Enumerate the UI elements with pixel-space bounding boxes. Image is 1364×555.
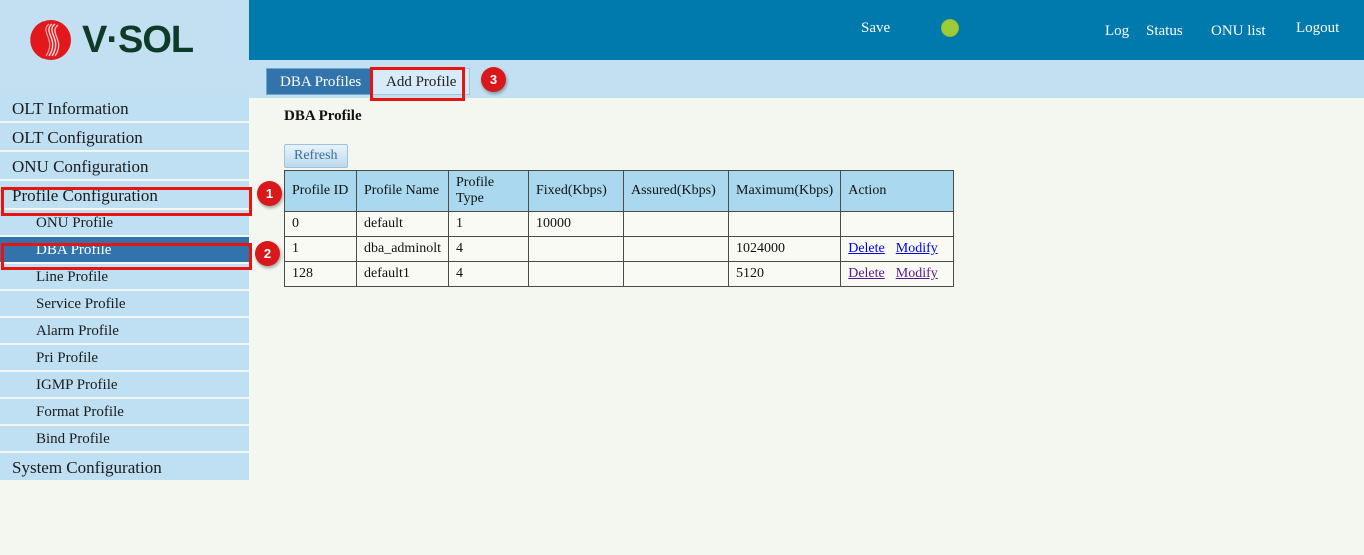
onu-list-link[interactable]: ONU list bbox=[1211, 23, 1266, 40]
sidebar-item-igmp-profile[interactable]: IGMP Profile bbox=[0, 372, 249, 399]
cell-profile-id: 128 bbox=[285, 262, 357, 287]
main-content: DBA Profile Refresh ForoISP Profile ID P… bbox=[249, 98, 1364, 555]
cell-assured bbox=[624, 212, 729, 237]
column-profile-type: Profile Type bbox=[449, 171, 529, 212]
cell-fixed bbox=[529, 237, 624, 262]
column-assured-kbps: Assured(Kbps) bbox=[624, 171, 729, 212]
tab-bar: DBA Profiles Add Profile bbox=[249, 60, 1364, 98]
cell-profile-id: 1 bbox=[285, 237, 357, 262]
sidebar-item-onu-profile[interactable]: ONU Profile bbox=[0, 210, 249, 237]
table-row: 128default14 5120 Delete Modify bbox=[285, 262, 954, 287]
table-row: 1dba_adminolt4 1024000 Delete Modify bbox=[285, 237, 954, 262]
sidebar-item-bind-profile[interactable]: Bind Profile bbox=[0, 426, 249, 453]
tab-dba-profiles[interactable]: DBA Profiles bbox=[266, 68, 375, 95]
olt-web-management-page: V·SOL Save Log Status ONU list Logout DB… bbox=[0, 0, 1364, 555]
refresh-button[interactable]: Refresh bbox=[284, 144, 348, 168]
top-navigation-bar: Save Log Status ONU list Logout bbox=[249, 0, 1364, 60]
cell-fixed bbox=[529, 262, 624, 287]
vsol-flame-logo-icon bbox=[22, 14, 74, 66]
save-button[interactable]: Save bbox=[861, 20, 890, 37]
status-link[interactable]: Status bbox=[1146, 23, 1183, 40]
sidebar-item-label: System Configuration bbox=[12, 458, 162, 477]
cell-profile-type: 4 bbox=[449, 262, 529, 287]
modify-link[interactable]: Modify bbox=[896, 266, 938, 281]
cell-profile-type: 1 bbox=[449, 212, 529, 237]
cell-assured bbox=[624, 237, 729, 262]
sidebar-item-service-profile[interactable]: Service Profile bbox=[0, 291, 249, 318]
annotation-badge-2: 2 bbox=[255, 241, 280, 266]
cell-profile-name: default1 bbox=[357, 262, 449, 287]
brand-name: V·SOL bbox=[82, 19, 193, 62]
sidebar-item-label: Format Profile bbox=[36, 404, 124, 420]
sidebar-item-label: Bind Profile bbox=[36, 431, 110, 447]
dba-profile-table: Profile ID Profile Name Profile Type Fix… bbox=[284, 170, 954, 287]
annotation-badge-1: 1 bbox=[257, 181, 282, 206]
log-link[interactable]: Log bbox=[1105, 23, 1129, 40]
sidebar-item-label: Pri Profile bbox=[36, 350, 98, 366]
cell-profile-type: 4 bbox=[449, 237, 529, 262]
delete-link[interactable]: Delete bbox=[848, 241, 885, 256]
sidebar-item-onu-configuration[interactable]: ONU Configuration bbox=[0, 152, 249, 181]
cell-fixed: 10000 bbox=[529, 212, 624, 237]
cell-maximum: 1024000 bbox=[729, 237, 841, 262]
cell-maximum: 5120 bbox=[729, 262, 841, 287]
table-body: 0default110000 1dba_adminolt4 1024000Del… bbox=[285, 212, 954, 287]
sidebar-item-label: IGMP Profile bbox=[36, 377, 118, 393]
sidebar-item-dba-profile[interactable]: DBA Profile bbox=[0, 237, 249, 264]
delete-link[interactable]: Delete bbox=[848, 266, 885, 281]
sidebar-item-label: OLT Configuration bbox=[12, 128, 143, 147]
table-header-row: Profile ID Profile Name Profile Type Fix… bbox=[285, 171, 954, 212]
sidebar-item-alarm-profile[interactable]: Alarm Profile bbox=[0, 318, 249, 345]
logout-button[interactable]: Logout bbox=[1296, 20, 1339, 37]
cell-profile-name: dba_adminolt bbox=[357, 237, 449, 262]
cell-assured bbox=[624, 262, 729, 287]
cell-profile-name: default bbox=[357, 212, 449, 237]
sidebar-navigation: OLT Information OLT Configuration ONU Conf… bbox=[0, 94, 249, 486]
cell-maximum bbox=[729, 212, 841, 237]
tab-add-profile[interactable]: Add Profile bbox=[372, 68, 470, 95]
table-header: Profile ID Profile Name Profile Type Fix… bbox=[285, 171, 954, 212]
sidebar-item-pri-profile[interactable]: Pri Profile bbox=[0, 345, 249, 372]
sidebar-item-label: Line Profile bbox=[36, 269, 108, 285]
sidebar-item-label: ONU Configuration bbox=[12, 157, 148, 176]
sidebar-item-olt-information[interactable]: OLT Information bbox=[0, 94, 249, 123]
sidebar-item-system-configuration[interactable]: System Configuration bbox=[0, 453, 249, 482]
sidebar-item-label: OLT Information bbox=[12, 99, 129, 118]
modify-link[interactable]: Modify bbox=[896, 241, 938, 256]
column-profile-name: Profile Name bbox=[357, 171, 449, 212]
cell-profile-id: 0 bbox=[285, 212, 357, 237]
green-status-dot-icon bbox=[941, 19, 959, 37]
column-fixed-kbps: Fixed(Kbps) bbox=[529, 171, 624, 212]
sidebar-item-line-profile[interactable]: Line Profile bbox=[0, 264, 249, 291]
column-action: Action bbox=[841, 171, 954, 212]
sidebar-item-format-profile[interactable]: Format Profile bbox=[0, 399, 249, 426]
sidebar-item-olt-configuration[interactable]: OLT Configuration bbox=[0, 123, 249, 152]
sidebar-item-label: Service Profile bbox=[36, 296, 126, 312]
annotation-badge-3: 3 bbox=[481, 67, 506, 92]
sidebar-item-label: Alarm Profile bbox=[36, 323, 119, 339]
sidebar-item-label: Profile Configuration bbox=[12, 186, 158, 205]
cell-action: Delete Modify bbox=[841, 262, 954, 287]
column-profile-id: Profile ID bbox=[285, 171, 357, 212]
page-title: DBA Profile bbox=[284, 108, 362, 125]
cell-action: Delete Modify bbox=[841, 237, 954, 262]
sidebar-item-profile-configuration[interactable]: Profile Configuration bbox=[0, 181, 249, 210]
brand-logo[interactable]: V·SOL bbox=[22, 14, 193, 66]
sidebar-item-label: DBA Profile bbox=[36, 242, 111, 258]
logo-panel: V·SOL bbox=[0, 0, 249, 94]
cell-action bbox=[841, 212, 954, 237]
column-maximum-kbps: Maximum(Kbps) bbox=[729, 171, 841, 212]
table-row: 0default110000 bbox=[285, 212, 954, 237]
sidebar-item-label: ONU Profile bbox=[36, 215, 113, 231]
